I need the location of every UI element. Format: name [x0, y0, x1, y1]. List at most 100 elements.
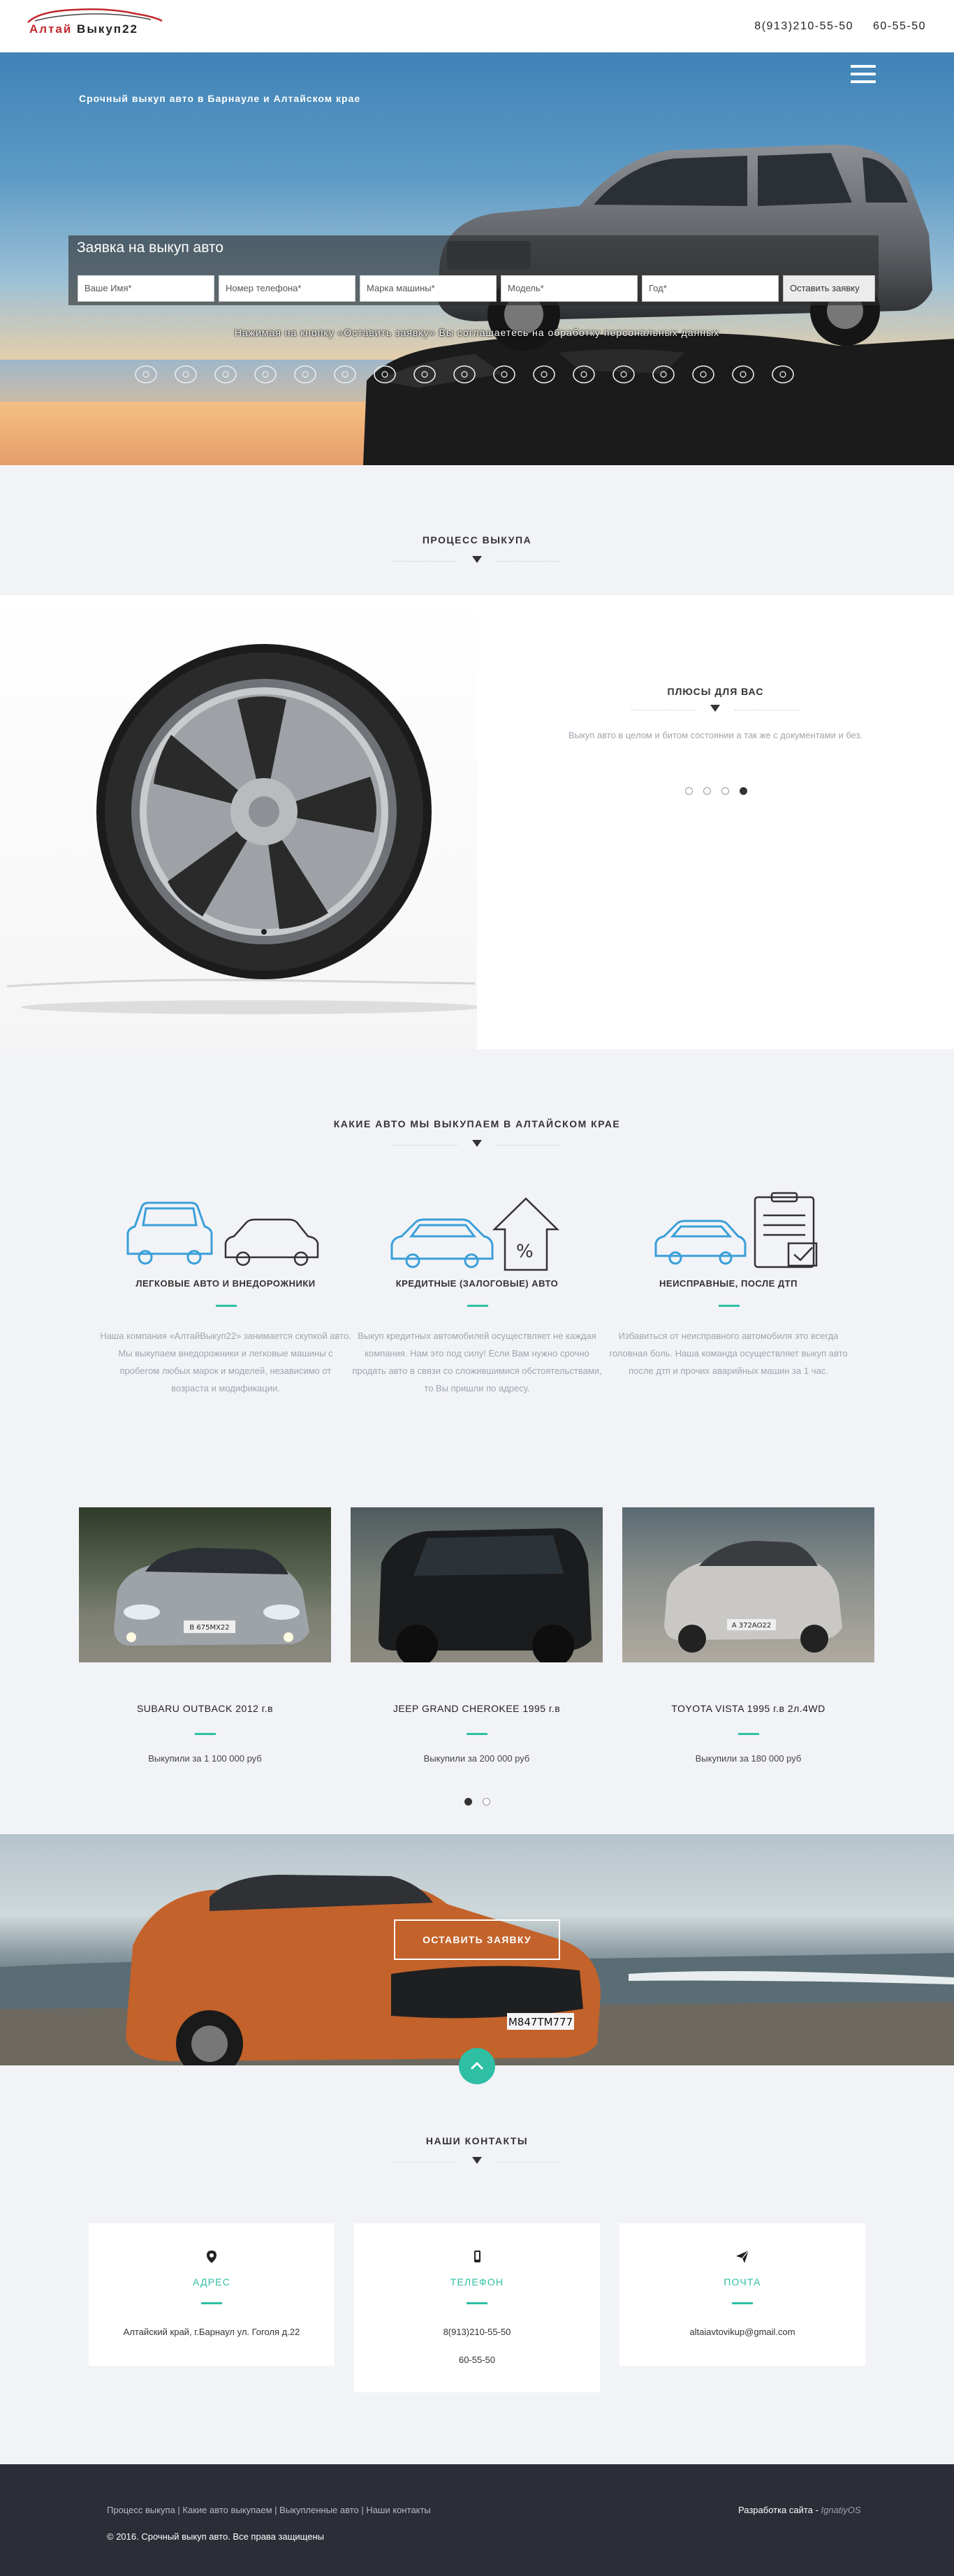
consent-text: Нажимая на кнопку «Оставить заявку» Вы с… — [234, 327, 720, 338]
hyundai-logo-icon — [650, 361, 677, 388]
car-model-field[interactable]: Модель* — [501, 275, 638, 302]
developer-name[interactable]: IgnatiyOS — [821, 2505, 861, 2515]
wheel-image-pane — [0, 595, 477, 1049]
phone-field[interactable]: Номер телефона* — [219, 275, 355, 302]
ford-logo-icon — [372, 361, 398, 388]
wheel-image — [6, 644, 477, 1014]
contact-underline — [201, 2302, 222, 2304]
submit-request-button[interactable]: Оставить заявку — [783, 275, 875, 302]
advantages-slider-dots — [685, 787, 755, 796]
toyota-logo-icon — [730, 361, 756, 388]
process-title: ПРОЦЕСС ВЫКУПА — [422, 534, 532, 546]
case-card-subaru[interactable]: В 675МХ22 SUBARU OUTBACK 2012 г.в Выкупи… — [79, 1507, 331, 1773]
mobile-phone-icon — [474, 2251, 480, 2262]
contact-card-mail: ПОЧТА altaiavtovikup@gmail.com — [619, 2223, 865, 2366]
advantages-divider — [631, 703, 799, 717]
footer-copyright: © 2016. Срочный выкуп авто. Все права за… — [107, 2531, 324, 2542]
opel-logo-icon — [332, 361, 358, 388]
type-text-cars: Наша компания «АлтайВыкуп22» занимается … — [100, 1331, 351, 1393]
footer-nav: Процесс выкупа | Какие авто выкупаем | В… — [107, 2505, 431, 2515]
chevron-down-icon — [472, 556, 482, 563]
volkswagen-logo-icon — [451, 361, 478, 388]
contact-card-phone: ТЕЛЕФОН 8(913)210-55-50 60-55-50 — [354, 2223, 600, 2392]
car-with-percent-icon: % — [390, 1197, 560, 1271]
contact-heading-phone: ТЕЛЕФОН — [450, 2276, 504, 2288]
buyout-request-form: Заявка на выкуп авто Ваше Имя* Номер тел… — [68, 235, 879, 305]
contacts-title: НАШИ КОНТАКТЫ — [425, 2135, 529, 2146]
case-photo-subaru: В 675МХ22 — [79, 1507, 331, 1662]
menu-burger-icon[interactable] — [851, 65, 876, 83]
slider-dot[interactable] — [740, 787, 747, 795]
contact-phone-1[interactable]: 8(913)210-55-50 — [354, 2327, 600, 2337]
header-phone-2[interactable]: 60-55-50 — [873, 20, 926, 32]
chevron-up-icon — [470, 2061, 484, 2070]
citroen-logo-icon — [690, 361, 717, 388]
slider-dot[interactable] — [464, 1798, 472, 1806]
slider-dot[interactable] — [703, 787, 711, 795]
contact-underline — [732, 2302, 753, 2304]
logo-part1: Алтай — [29, 22, 73, 36]
hero-subtitle: Срочный выкуп авто в Барнауле и Алтайско… — [79, 93, 361, 104]
case-price-jeep: Выкупили за 200 000 руб — [423, 1753, 530, 1764]
contacts-divider — [393, 2156, 561, 2169]
bmw-logo-icon — [252, 361, 279, 388]
chevrolet-logo-icon — [173, 361, 199, 388]
case-price-toyota: Выкупили за 180 000 руб — [695, 1753, 802, 1764]
footer-link-process[interactable]: Процесс выкупа — [107, 2505, 175, 2515]
slider-dot[interactable] — [483, 1798, 490, 1806]
case-card-jeep[interactable]: JEEP GRAND CHEROKEE 1995 г.в Выкупили за… — [351, 1507, 603, 1773]
logo-part2: Выкуп22 — [77, 22, 138, 36]
chevron-down-icon — [710, 705, 720, 712]
contact-phone-2[interactable]: 60-55-50 — [354, 2355, 600, 2365]
slider-dot[interactable] — [685, 787, 693, 795]
contact-heading-mail: ПОЧТА — [724, 2276, 761, 2288]
type-text-damaged: Избавиться от неисправного автомобиля эт… — [609, 1331, 848, 1376]
banner-plate: М847ТМ777 — [508, 2016, 573, 2028]
advantages-title: ПЛЮСЫ ДЛЯ ВАС — [667, 686, 764, 697]
footer-link-types[interactable]: Какие авто выкупаем — [182, 2505, 272, 2515]
mazda-logo-icon — [770, 361, 796, 388]
type-heading-cars: ЛЕГКОВЫЕ АВТО И ВНЕДОРОЖНИКИ — [135, 1278, 316, 1289]
lexus-logo-icon — [610, 361, 637, 388]
mercedes-logo-icon — [133, 361, 159, 388]
car-with-document-icon — [654, 1192, 818, 1268]
skoda-logo-icon — [411, 361, 438, 388]
car-types-divider — [393, 1139, 561, 1152]
logo-text[interactable]: Алтай Выкуп22 — [29, 22, 138, 36]
car-year-field[interactable]: Год* — [642, 275, 779, 302]
process-divider — [393, 555, 561, 569]
case-photo-toyota: А 372АО22 — [622, 1507, 874, 1662]
paper-plane-icon — [736, 2250, 749, 2263]
peugeot-logo-icon — [571, 361, 597, 388]
car-brand-field[interactable]: Марка машины* — [360, 275, 497, 302]
contact-underline — [467, 2302, 487, 2304]
type-underline — [719, 1305, 740, 1307]
case-card-toyota[interactable]: А 372АО22 TOYOTA VISTA 1995 г.в 2л.4WD В… — [622, 1507, 874, 1773]
advantages-pane: ПЛЮСЫ ДЛЯ ВАС Выкуп авто в целом и битом… — [477, 595, 954, 1049]
footer-developer: Разработка сайта - IgnatiyOS — [738, 2505, 861, 2515]
case-title-toyota: TOYOTA VISTA 1995 г.в 2л.4WD — [671, 1703, 825, 1714]
form-title: Заявка на выкуп авто — [77, 240, 223, 256]
contact-email[interactable]: altaiavtovikup@gmail.com — [619, 2327, 865, 2337]
footer-link-bought[interactable]: Выкупленные авто — [279, 2505, 359, 2515]
contact-card-address: АДРЕС Алтайский край, г.Барнаул ул. Гого… — [89, 2223, 335, 2366]
site-header: Алтай Выкуп22 8(913)210-55-50 60-55-50 — [0, 0, 954, 52]
cases-slider-dots — [464, 1798, 492, 1806]
type-card-cars: ЛЕГКОВЫЕ АВТО И ВНЕДОРОЖНИКИ Наша компан… — [100, 1194, 351, 1432]
header-phones: 8(913)210-55-50 60-55-50 — [739, 20, 926, 33]
header-phone-1[interactable]: 8(913)210-55-50 — [754, 20, 853, 32]
cta-leave-request-button[interactable]: ОСТАВИТЬ ЗАЯВКУ — [394, 1919, 560, 1960]
scroll-up-button[interactable] — [459, 2048, 495, 2084]
nissan-logo-icon — [491, 361, 518, 388]
case-underline — [738, 1733, 759, 1735]
name-field[interactable]: Ваше Имя* — [78, 275, 214, 302]
car-types-title: КАКИЕ АВТО МЫ ВЫКУПАЕМ В АЛТАЙСКОМ КРАЕ — [333, 1118, 621, 1129]
case-title-jeep: JEEP GRAND CHEROKEE 1995 г.в — [392, 1703, 561, 1714]
audi-logo-icon — [292, 361, 318, 388]
slider-dot[interactable] — [721, 787, 729, 795]
footer-link-contacts[interactable]: Наши контакты — [366, 2505, 430, 2515]
type-heading-credit: КРЕДИТНЫЕ (ЗАЛОГОВЫЕ) АВТО — [395, 1278, 559, 1289]
case-underline — [467, 1733, 487, 1735]
car-and-suv-icon — [126, 1201, 319, 1266]
type-underline — [467, 1305, 488, 1307]
